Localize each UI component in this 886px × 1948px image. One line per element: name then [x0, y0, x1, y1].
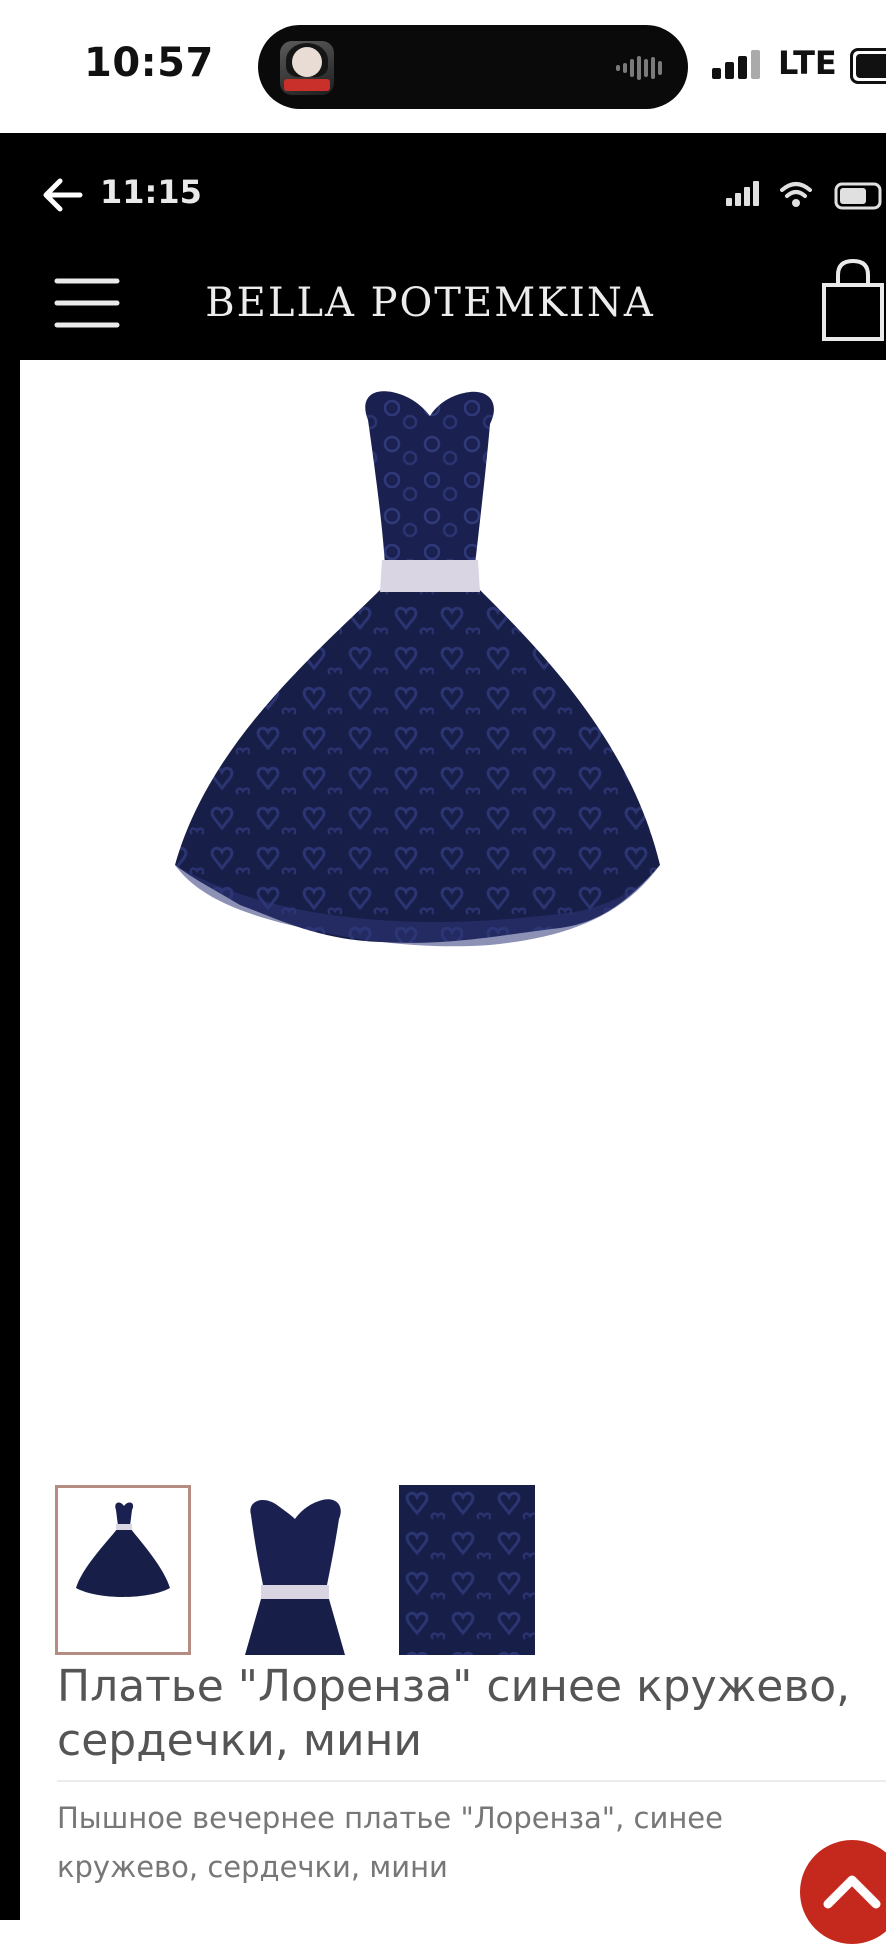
status-time: 10:57: [84, 40, 214, 86]
shop-app-screen: 11:15 BELLA POTEMKINA Платье "Лоренза" с…: [0, 133, 886, 1944]
app-status-time: 11:15: [100, 173, 202, 211]
device-status-bar: 10:57 LTE: [0, 0, 886, 133]
now-playing-app-icon[interactable]: [280, 41, 334, 95]
signal-strength-icon: [712, 50, 760, 79]
shopping-bag-icon[interactable]: [820, 257, 886, 343]
product-page: Платье "Лоренза" синее кружево, сердечки…: [20, 360, 886, 1944]
hamburger-menu-icon[interactable]: [54, 275, 120, 331]
product-title: Платье "Лоренза" синее кружево, сердечки…: [57, 1661, 851, 1766]
thumbnail-full-dress[interactable]: [55, 1485, 191, 1655]
brand-logo[interactable]: BELLA POTEMKINA: [150, 280, 710, 326]
back-arrow-icon[interactable]: [40, 173, 84, 217]
product-main-image[interactable]: [20, 360, 886, 1360]
scroll-to-top-button[interactable]: [800, 1840, 886, 1944]
thumbnail-strip: [55, 1485, 655, 1655]
divider: [57, 1780, 886, 1782]
product-description: Пышное вечернее платье "Лоренза", синее …: [57, 1801, 723, 1884]
dynamic-island[interactable]: [258, 25, 688, 109]
audio-waveform-icon: [616, 56, 662, 80]
thumbnail-bodice[interactable]: [227, 1485, 363, 1655]
status-icons: [726, 181, 882, 210]
app-status-bar: 11:15: [0, 133, 886, 253]
battery-icon: [850, 48, 886, 84]
network-type: LTE: [778, 44, 837, 82]
thumbnail-lace[interactable]: [399, 1485, 535, 1655]
chevron-up-icon: [823, 1875, 881, 1909]
